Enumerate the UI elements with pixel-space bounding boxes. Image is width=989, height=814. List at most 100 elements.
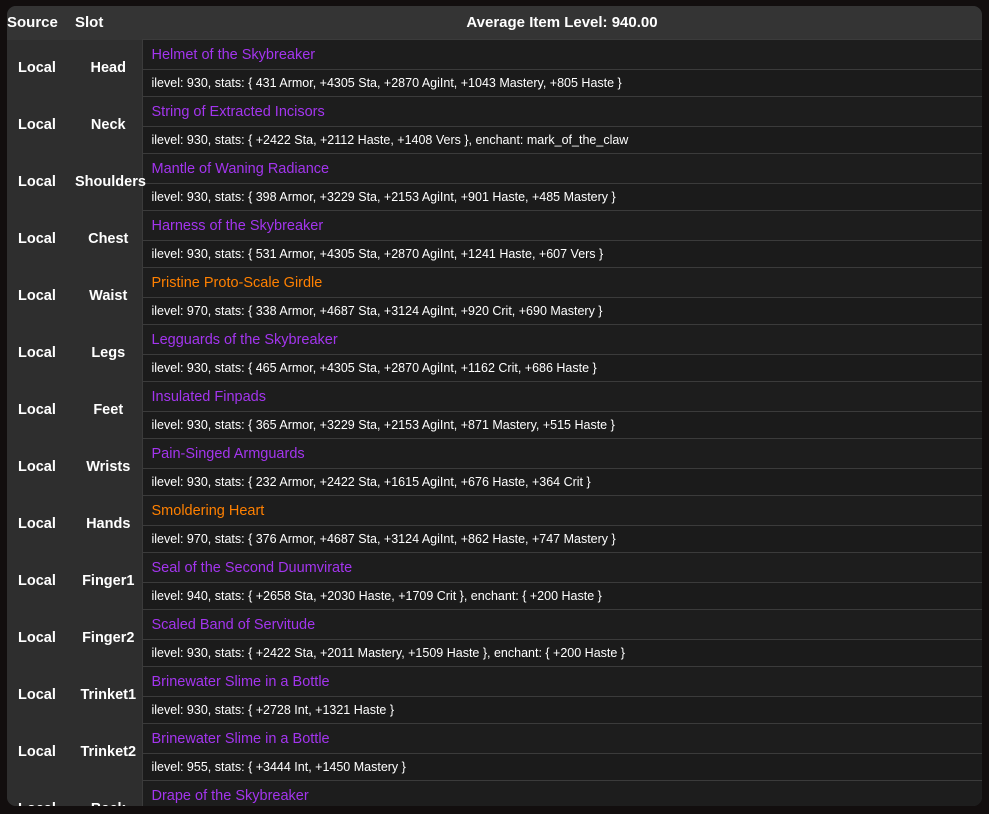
table-row: Local Shoulders Mantle of Waning Radiance [7,153,983,211]
item-name-cell[interactable]: Scaled Band of Servitude [141,609,983,640]
item-stats: ilevel: 955, stats: { +3444 Int, +1450 M… [151,760,406,774]
table-row-stats: ilevel: 930, stats: { +2728 Int, +1321 H… [7,696,982,724]
item-name[interactable]: Insulated Finpads [152,389,983,405]
item-slot: Chest [75,210,142,268]
item-name[interactable]: Drape of the Skybreaker [152,788,983,804]
table-row-stats: ilevel: 930, stats: { 431 Armor, +4305 S… [7,69,982,97]
item-stats-cell: ilevel: 930, stats: { +2728 Int, +1321 H… [141,696,982,724]
item-name[interactable]: Seal of the Second Duumvirate [152,560,983,576]
table-row: Local Legs Legguards of the Skybreaker [7,324,983,382]
item-name[interactable]: Brinewater Slime in a Bottle [152,731,983,747]
item-stats: ilevel: 930, stats: { 531 Armor, +4305 S… [151,247,604,261]
table-row: Local Waist Pristine Proto-Scale Girdle [7,267,983,325]
item-stats: ilevel: 930, stats: { 465 Armor, +4305 S… [151,361,597,375]
table-row-stats: ilevel: 930, stats: { 531 Armor, +4305 S… [7,240,982,268]
item-slot: Trinket2 [75,723,142,781]
item-stats: ilevel: 940, stats: { +2658 Sta, +2030 H… [151,589,602,603]
item-source: Local [7,780,75,806]
average-item-level: Average Item Level: 940.00 [142,6,982,40]
table-row-stats: ilevel: 970, stats: { 376 Armor, +4687 S… [7,525,982,553]
item-stats-cell: ilevel: 955, stats: { +3444 Int, +1450 M… [141,753,982,781]
item-source: Local [7,153,75,211]
item-stats: ilevel: 930, stats: { 398 Armor, +3229 S… [151,190,616,204]
gear-panel: Source Slot Average Item Level: 940.00 L… [7,6,982,806]
item-stats: ilevel: 930, stats: { 431 Armor, +4305 S… [151,76,622,90]
table-row: Local Trinket2 Brinewater Slime in a Bottl… [7,723,983,781]
item-stats-cell: ilevel: 930, stats: { 431 Armor, +4305 S… [141,69,982,97]
item-name[interactable]: Mantle of Waning Radiance [152,161,983,177]
item-slot: Waist [75,267,142,325]
item-name-cell[interactable]: Seal of the Second Duumvirate [141,552,983,583]
table-row: LocalBack Drape of the Skybreaker [7,780,983,806]
column-header-source: Source [7,6,75,40]
item-source: Local [7,39,75,97]
table-row: Local Neck String of Extracted Incisors [7,96,983,154]
item-name[interactable]: Pristine Proto-Scale Girdle [152,275,983,291]
item-name[interactable]: Scaled Band of Servitude [152,617,983,633]
table-row-stats: ilevel: 930, stats: { +2422 Sta, +2112 H… [7,126,982,154]
item-stats: ilevel: 930, stats: { +2728 Int, +1321 H… [151,703,395,717]
table-row: Local Hands Smoldering Heart [7,495,983,553]
item-stats-cell: ilevel: 930, stats: { +2422 Sta, +2112 H… [141,126,982,154]
item-slot: Hands [75,495,142,553]
item-stats: ilevel: 930, stats: { +2422 Sta, +2011 M… [151,646,625,660]
item-name[interactable]: Harness of the Skybreaker [152,218,983,234]
item-stats-cell: ilevel: 930, stats: { 398 Armor, +3229 S… [141,183,982,211]
table-row: Local Finger1 Seal of the Second Duumvirat… [7,552,983,610]
item-name-cell[interactable]: String of Extracted Incisors [141,96,983,127]
item-name-cell[interactable]: Smoldering Heart [141,495,983,526]
table-row: Local Feet Insulated Finpads [7,381,983,439]
item-name[interactable]: Pain-Singed Armguards [152,446,983,462]
item-name[interactable]: Helmet of the Skybreaker [152,47,983,63]
item-slot: Finger1 [75,552,142,610]
column-header-slot: Slot [75,6,142,40]
item-source: Local [7,723,75,781]
item-name-cell[interactable]: Brinewater Slime in a Bottle [141,723,983,754]
item-source: Local [7,552,75,610]
item-source: Local [7,324,75,382]
table-row: Local Wrists Pain-Singed Armguards [7,438,983,496]
item-name[interactable]: Brinewater Slime in a Bottle [152,674,983,690]
item-stats: ilevel: 930, stats: { 232 Armor, +2422 S… [151,475,591,489]
item-stats: ilevel: 970, stats: { 338 Armor, +4687 S… [151,304,603,318]
table-row-stats: ilevel: 930, stats: { 398 Armor, +3229 S… [7,183,982,211]
item-stats-cell: ilevel: 930, stats: { 531 Armor, +4305 S… [141,240,982,268]
item-name-cell[interactable]: Helmet of the Skybreaker [141,39,983,70]
item-slot: Head [75,39,142,97]
table-row: Local Chest Harness of the Skybreaker [7,210,983,268]
table-row: Local Finger2 Scaled Band of Servitude [7,609,983,667]
item-stats: ilevel: 930, stats: { 365 Armor, +3229 S… [151,418,615,432]
item-name-cell[interactable]: Insulated Finpads [141,381,983,412]
item-stats-cell: ilevel: 940, stats: { +2658 Sta, +2030 H… [141,582,982,610]
item-source: Local [7,381,75,439]
item-slot: Wrists [75,438,142,496]
item-stats-cell: ilevel: 930, stats: { +2422 Sta, +2011 M… [141,639,982,667]
gear-table-header: Source Slot Average Item Level: 940.00 [7,6,982,40]
table-row-stats: ilevel: 930, stats: { 365 Armor, +3229 S… [7,411,982,439]
item-name-cell[interactable]: Pain-Singed Armguards [141,438,983,469]
item-source: Local [7,267,75,325]
item-name-cell[interactable]: Harness of the Skybreaker [141,210,983,241]
item-stats-cell: ilevel: 930, stats: { 232 Armor, +2422 S… [141,468,982,496]
item-name[interactable]: Legguards of the Skybreaker [152,332,983,348]
item-name-cell[interactable]: Pristine Proto-Scale Girdle [141,267,983,298]
table-row-stats: ilevel: 970, stats: { 338 Armor, +4687 S… [7,297,982,325]
item-stats: ilevel: 930, stats: { +2422 Sta, +2112 H… [151,133,629,147]
item-name-cell[interactable]: Mantle of Waning Radiance [141,153,983,184]
item-slot: Trinket1 [75,666,142,724]
table-row-stats: ilevel: 940, stats: { +2658 Sta, +2030 H… [7,582,982,610]
item-source: Local [7,666,75,724]
table-row-stats: ilevel: 930, stats: { 465 Armor, +4305 S… [7,354,982,382]
item-name[interactable]: Smoldering Heart [152,503,983,519]
item-name[interactable]: String of Extracted Incisors [152,104,983,120]
table-row: Local Head Helmet of the Skybreaker [7,39,983,97]
item-source: Local [7,210,75,268]
item-name-cell[interactable]: Brinewater Slime in a Bottle [141,666,983,697]
item-source: Local [7,96,75,154]
item-name-cell[interactable]: Legguards of the Skybreaker [141,324,983,355]
item-name-cell[interactable]: Drape of the Skybreaker [141,780,983,806]
item-source: Local [7,609,75,667]
item-slot: Feet [75,381,142,439]
item-source: Local [7,438,75,496]
item-slot: Finger2 [75,609,142,667]
